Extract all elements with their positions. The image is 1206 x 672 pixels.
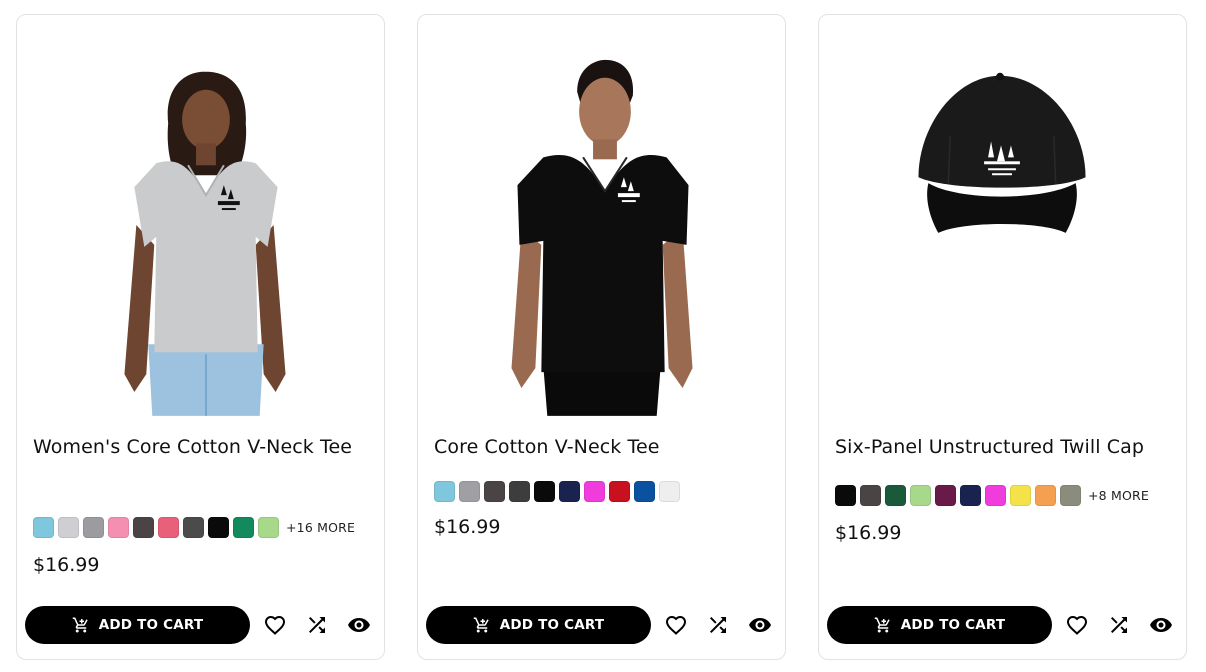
cart-icon [72,617,88,633]
product-card: Core Cotton V-Neck Tee $16.99 ADD TO CAR… [417,14,786,660]
product-card: Women's Core Cotton V-Neck Tee +16 MORE … [16,14,385,660]
heart-icon [665,615,687,635]
eye-icon [1150,618,1172,632]
product-price: $16.99 [835,522,902,544]
color-swatch[interactable] [860,485,881,506]
color-swatch[interactable] [609,481,630,502]
color-swatch[interactable] [960,485,981,506]
color-swatch[interactable] [835,485,856,506]
color-swatches: +8 MORE [835,485,1149,506]
color-swatch[interactable] [258,517,279,538]
color-swatch[interactable] [233,517,254,538]
eye-icon [348,618,370,632]
color-swatch[interactable] [484,481,505,502]
color-swatch[interactable] [559,481,580,502]
color-swatch[interactable] [1010,485,1031,506]
product-image[interactable] [418,15,785,417]
compare-button[interactable] [305,613,329,637]
add-to-cart-button[interactable]: ADD TO CART [426,606,651,644]
color-swatch[interactable] [985,485,1006,506]
compare-button[interactable] [706,613,730,637]
color-swatch[interactable] [158,517,179,538]
quick-view-button[interactable] [347,613,371,637]
cart-icon [473,617,489,633]
product-title[interactable]: Women's Core Cotton V-Neck Tee [33,431,370,463]
color-swatch[interactable] [183,517,204,538]
quick-view-button[interactable] [1149,613,1173,637]
product-card: Six-Panel Unstructured Twill Cap +8 MORE… [818,14,1187,660]
color-swatch[interactable] [459,481,480,502]
product-title[interactable]: Six-Panel Unstructured Twill Cap [835,431,1172,463]
color-swatch[interactable] [1035,485,1056,506]
add-to-cart-button[interactable]: ADD TO CART [827,606,1052,644]
product-price: $16.99 [434,516,501,538]
shuffle-icon [710,617,726,633]
cart-icon [874,617,890,633]
wishlist-button[interactable] [263,613,287,637]
product-image[interactable] [17,15,384,417]
color-swatch[interactable] [534,481,555,502]
more-colors-link[interactable]: +8 MORE [1088,488,1149,503]
product-image[interactable] [819,15,1186,417]
color-swatch[interactable] [659,481,680,502]
product-title[interactable]: Core Cotton V-Neck Tee [434,431,771,463]
color-swatch[interactable] [58,517,79,538]
color-swatch[interactable] [33,517,54,538]
color-swatch[interactable] [935,485,956,506]
compare-button[interactable] [1107,613,1131,637]
more-colors-link[interactable]: +16 MORE [286,520,355,535]
shuffle-icon [1111,617,1127,633]
quick-view-button[interactable] [748,613,772,637]
add-to-cart-button[interactable]: ADD TO CART [25,606,250,644]
color-swatch[interactable] [434,481,455,502]
color-swatches: +16 MORE [33,517,355,538]
cap-black-icon [918,72,1086,233]
heart-icon [264,615,286,635]
color-swatch[interactable] [208,517,229,538]
add-to-cart-label: ADD TO CART [98,617,204,633]
color-swatch[interactable] [133,517,154,538]
product-price: $16.99 [33,554,100,576]
color-swatch[interactable] [584,481,605,502]
add-to-cart-label: ADD TO CART [900,617,1006,633]
color-swatch[interactable] [509,481,530,502]
color-swatches [434,481,684,502]
tshirt-black-icon [511,59,693,416]
color-swatch[interactable] [634,481,655,502]
color-swatch[interactable] [910,485,931,506]
color-swatch[interactable] [885,485,906,506]
color-swatch[interactable] [83,517,104,538]
eye-icon [749,618,771,632]
wishlist-button[interactable] [1065,613,1089,637]
wishlist-button[interactable] [664,613,688,637]
shuffle-icon [309,617,325,633]
heart-icon [1066,615,1088,635]
color-swatch[interactable] [108,517,129,538]
add-to-cart-label: ADD TO CART [499,617,605,633]
color-swatch[interactable] [1060,485,1081,506]
tshirt-grey-icon [124,71,286,416]
